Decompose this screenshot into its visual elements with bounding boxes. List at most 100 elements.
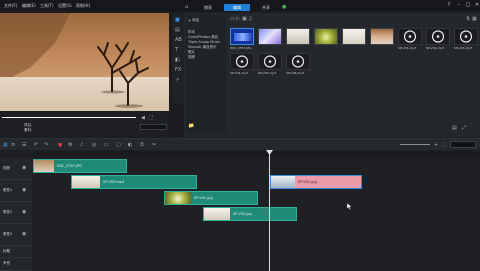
instant-project-icon[interactable]: ▤	[175, 27, 180, 33]
library-toolbar: ▭ ▷ ▣ ♫ ⇅ ▦	[228, 15, 478, 23]
zoom-in-icon[interactable]: +	[434, 142, 438, 148]
menu-help[interactable]: 帮助(H)	[76, 3, 90, 9]
fullscreen-icon[interactable]: ⛶	[149, 115, 153, 121]
menu-edit[interactable]: 编辑(E)	[22, 3, 36, 9]
show-audio-icon[interactable]: ♫	[248, 16, 252, 22]
fit-icon[interactable]: ⬚	[442, 142, 447, 148]
storyboard-view-icon[interactable]: ▦	[3, 142, 8, 148]
mix-icon[interactable]: ⚙	[68, 142, 72, 148]
redo-icon[interactable]: ↷	[44, 142, 48, 148]
timeline-clip[interactable]: SP-V02.jpg	[203, 207, 297, 221]
media-icon[interactable]: ■	[175, 17, 180, 23]
options-icon[interactable]: ▤	[452, 125, 457, 131]
timeline-clip[interactable]: SP-V03.mp4	[71, 175, 197, 189]
menu-tools[interactable]: 工具(T)	[40, 3, 54, 9]
timeline-clip-selected[interactable]: SP-V01.jpg	[270, 175, 362, 189]
sort-icon[interactable]: ⇅	[466, 16, 470, 22]
tab-capture[interactable]: 捕获	[195, 4, 221, 11]
clip-label: SP-V01.jpg	[298, 180, 317, 184]
motion-icon[interactable]: ◎	[92, 142, 96, 148]
import-icon[interactable]: ▭	[230, 16, 235, 22]
category-item[interactable]: 视频	[188, 55, 195, 60]
show-video-icon[interactable]: ▷	[236, 16, 240, 22]
timeline-timecode[interactable]	[450, 141, 476, 148]
clip-label: SP-V03.mp4	[103, 180, 125, 184]
zoom-slider[interactable]	[400, 144, 430, 145]
audio-thumb-label: SP-V03.mp3	[454, 46, 473, 50]
track-header-video[interactable]: 视频 ◉	[0, 158, 32, 180]
menu-settings[interactable]: 设置(S)	[58, 3, 72, 9]
sound-icon[interactable]: ◀	[141, 115, 145, 121]
thumbnail-size-icon[interactable]: ▦	[472, 16, 477, 22]
subtitle-icon[interactable]: ▭	[104, 142, 109, 148]
track-label: 覆叠2	[3, 210, 13, 214]
clip-label: SP-V01.jpg	[194, 196, 213, 200]
maximize-icon[interactable]: □	[465, 2, 471, 8]
preview-controls: 项目- 素材- ◀ ⛶	[0, 111, 169, 137]
media-thumb[interactable]	[230, 28, 254, 45]
audio-thumb[interactable]	[258, 53, 282, 70]
add-icon[interactable]: +	[188, 18, 191, 23]
timeline-clip[interactable]: SP-V01.jpg	[164, 191, 258, 205]
undo-icon[interactable]: ↶	[34, 142, 38, 148]
track-manager-icon[interactable]: ☰	[22, 142, 26, 148]
path-icon[interactable]: ↗	[175, 77, 179, 83]
scrub-bar[interactable]	[2, 117, 136, 118]
audio-thumb[interactable]	[454, 28, 478, 45]
clip-mode-label[interactable]: 素材-	[24, 128, 32, 133]
audio-thumb[interactable]	[398, 28, 422, 45]
title-icon[interactable]: T	[175, 47, 178, 53]
track-header-overlay1[interactable]: 覆叠1 ◉	[0, 180, 32, 202]
track-label: 声音	[3, 261, 10, 265]
timecode-display[interactable]	[140, 124, 167, 130]
media-thumb-label: DSC_0357.JPG	[230, 46, 252, 50]
tab-share[interactable]: 共享	[253, 4, 279, 11]
browse-icon[interactable]: 📁	[188, 123, 194, 129]
show-photo-icon[interactable]: ▣	[242, 16, 247, 22]
close-icon[interactable]: ✕	[474, 2, 480, 8]
track-toggle-icon[interactable]: ◉	[22, 231, 26, 237]
timeline-clip[interactable]: DSC_0357.JPG	[33, 159, 127, 173]
track-header-audio[interactable]: 声音	[0, 258, 32, 271]
multicam-icon[interactable]: ▢	[116, 142, 121, 148]
workspace-tabs: ⌂ 捕获 编辑 共享 ●	[182, 3, 302, 12]
track-toggle-icon[interactable]: ◉	[22, 209, 26, 215]
track-toggle-icon[interactable]: ◉	[22, 187, 26, 193]
media-thumb[interactable]	[370, 28, 394, 45]
media-thumb[interactable]	[314, 28, 338, 45]
split-icon[interactable]: ✂	[152, 142, 156, 148]
track-header-overlay2[interactable]: 覆叠2 ◉	[0, 202, 32, 224]
preview-window[interactable]	[0, 13, 169, 111]
tab-edit[interactable]: 编辑	[224, 4, 250, 11]
audio-thumb-label: SP-V02.mp3	[426, 46, 445, 50]
track-header-title[interactable]: 标题	[0, 246, 32, 258]
timeline-view-icon[interactable]: ≡	[11, 142, 15, 148]
media-thumb[interactable]	[342, 28, 366, 45]
track-toggle-icon[interactable]: ◉	[22, 165, 26, 171]
home-icon[interactable]: ⌂	[185, 4, 188, 10]
audio-thumb[interactable]	[286, 53, 310, 70]
media-thumb[interactable]	[258, 28, 282, 45]
timeline-toolbar: ▦ ≡ ☰ ↶ ↷ ● ⚙ ♪ ◎ ▭ ▢ ◐ ⏱ ✂ + ⬚	[0, 138, 480, 150]
transition-icon[interactable]: AB	[175, 37, 182, 43]
playhead[interactable]	[269, 150, 270, 271]
minimize-icon[interactable]: –	[456, 2, 462, 8]
audio-thumb[interactable]	[426, 28, 450, 45]
filter-icon[interactable]: FX	[175, 67, 181, 73]
track-label: 视频	[3, 166, 10, 170]
clip-label: SP-V02.jpg	[233, 212, 252, 216]
expand-icon[interactable]: ⤢	[462, 125, 466, 131]
auto-music-icon[interactable]: ♪	[80, 142, 83, 148]
graphics-icon[interactable]: ◧	[175, 57, 180, 63]
record-icon[interactable]: ●	[58, 142, 62, 148]
audio-thumb[interactable]	[230, 53, 254, 70]
menu-file[interactable]: 文件(F)	[4, 3, 17, 9]
help-icon[interactable]: ?	[446, 2, 452, 8]
audio-thumb-label: SP-V01.mp3	[398, 46, 417, 50]
track-header-overlay3[interactable]: 覆叠3 ◉	[0, 224, 32, 246]
timeline-ruler[interactable]	[32, 151, 480, 157]
add-category-label[interactable]: 添加	[192, 18, 199, 23]
media-thumb[interactable]	[286, 28, 310, 45]
mask-icon[interactable]: ◐	[128, 142, 132, 148]
speed-icon[interactable]: ⏱	[140, 142, 144, 148]
